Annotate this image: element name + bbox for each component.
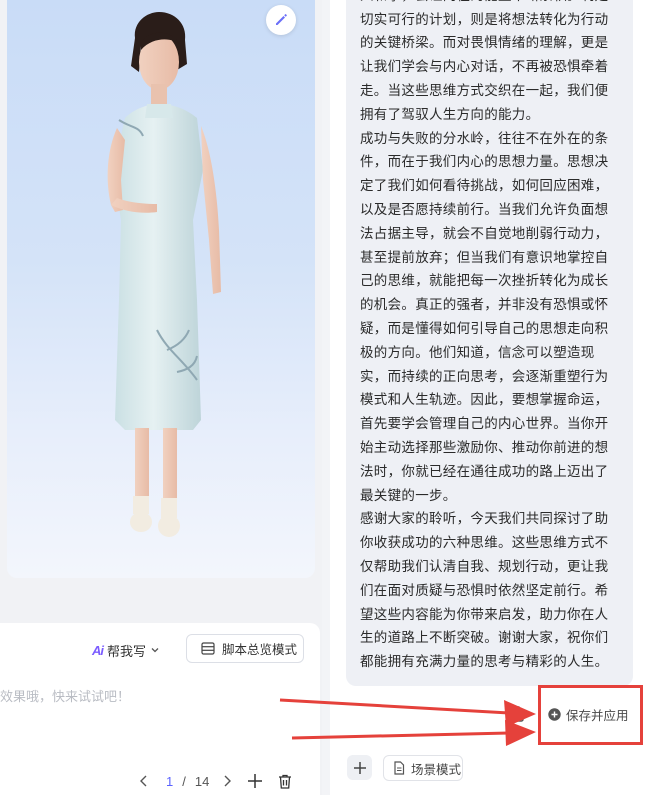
chevron-left-icon[interactable] [138,774,150,788]
current-page: 1 [166,773,174,789]
page-navigator: 1 / 14 [138,770,292,792]
ai-icon: Ai [92,642,104,658]
script-paragraph: 积极的心态，主动选择那些能滋养心灵的人和事，会让内在的能量不断累积。制定切实可行… [360,0,609,122]
copy-icon[interactable] [510,706,524,722]
list-overview-icon [201,642,215,655]
page-separator: / [182,773,186,789]
plus-circle-icon [548,708,561,721]
script-input-placeholder[interactable]: 效果哦，快来试试吧！ [0,686,130,705]
save-and-apply-button[interactable]: 保存并应用 [548,705,629,724]
script-overview-mode-button[interactable]: 脚本总览模式 [186,634,304,663]
scene-mode-label: 场景模式 [411,762,462,777]
document-icon [394,761,405,775]
trash-icon[interactable] [278,774,292,789]
digital-human-figure [107,12,221,537]
left-panel: Ai 帮我写 脚本总览模式 效果哦，快来试试吧！ 1 / 14 [0,0,322,795]
script-paragraph: 成功与失败的分水岭，往往不在外在的条件，而在于我们内心的思想力量。思想决定了我们… [360,130,609,503]
chevron-right-icon[interactable] [221,774,233,788]
scene-mode-button[interactable]: 场景模式 [383,755,463,781]
save-and-apply-label: 保存并应用 [566,709,629,723]
help-me-write-label: 帮我写 [107,643,147,659]
avatar-preview [7,0,315,578]
script-text: 积极的心态，主动选择那些能滋养心灵的人和事，会让内在的能量不断累积。制定切实可行… [360,0,621,674]
add-button[interactable] [347,755,372,780]
script-message-bubble: 积极的心态，主动选择那些能滋养心灵的人和事，会让内在的能量不断累积。制定切实可行… [346,0,633,686]
pencil-icon [276,14,287,25]
script-paragraph: 感谢大家的聆听，今天我们共同探讨了助你收获成功的六种思维。这些思维方式不仅帮助我… [360,511,609,670]
save-and-apply-highlight: 保存并应用 [538,685,643,745]
chevron-down-icon [151,648,159,653]
help-me-write-button[interactable]: Ai 帮我写 [92,639,160,661]
script-overview-mode-label: 脚本总览模式 [222,643,298,657]
edit-avatar-button[interactable] [266,5,296,35]
right-panel: 积极的心态，主动选择那些能滋养心灵的人和事，会让内在的能量不断累积。制定切实可行… [330,0,658,795]
add-page-icon[interactable] [247,773,263,789]
plus-icon [353,761,366,774]
total-pages: 14 [194,773,210,789]
